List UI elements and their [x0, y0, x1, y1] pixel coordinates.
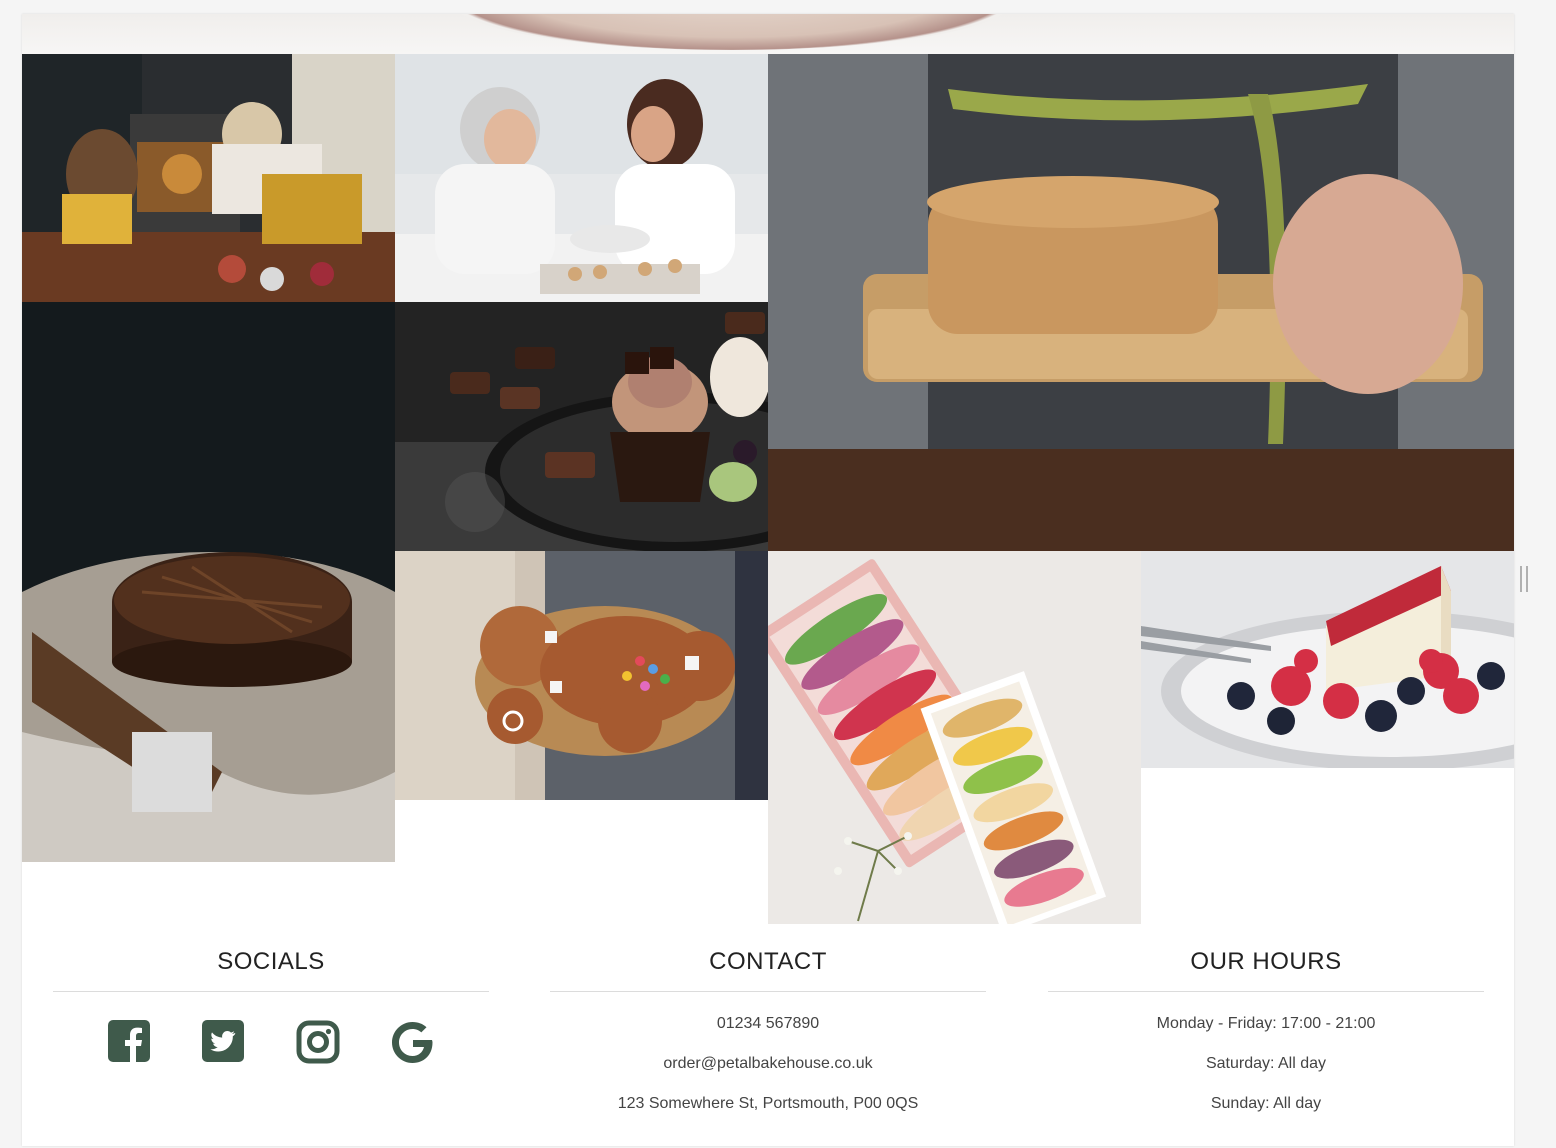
contact-divider	[550, 991, 986, 992]
contact-address: 123 Somewhere St, Portsmouth, P00 0QS	[617, 1095, 919, 1112]
hours-sunday: Sunday: All day	[1210, 1095, 1322, 1112]
hours-section: OUR HOURS Monday - Friday: 17:00 - 21:00…	[1048, 944, 1484, 1124]
photo-gingerbread-man[interactable]	[395, 551, 768, 800]
socials-section: SOCIALS	[53, 944, 489, 1064]
photo-kitchen-conversation[interactable]	[395, 54, 768, 302]
photo-macarons-boxes[interactable]	[768, 551, 1141, 924]
facebook-icon[interactable]	[108, 1020, 152, 1064]
photo-cheesecake-berries[interactable]	[1141, 551, 1514, 768]
socials-heading: SOCIALS	[217, 948, 325, 975]
photo-sponge-cake-on-board[interactable]	[768, 54, 1514, 551]
hours-divider	[1048, 991, 1484, 992]
photo-chocolate-cupcake[interactable]	[395, 302, 768, 551]
top-image-strip	[22, 14, 1514, 54]
hours-heading: OUR HOURS	[1190, 948, 1342, 975]
footer: SOCIALS CONTACT 01234 567890 order@petal…	[22, 944, 1514, 1144]
hours-saturday: Saturday: All day	[1205, 1055, 1327, 1072]
contact-heading: CONTACT	[709, 948, 827, 975]
page-container: SOCIALS CONTACT 01234 567890 order@petal…	[22, 14, 1514, 1146]
contact-email: order@petalbakehouse.co.uk	[663, 1055, 873, 1072]
photo-chocolate-cake[interactable]	[22, 302, 395, 862]
contact-phone: 01234 567890	[716, 1015, 820, 1032]
twitter-icon[interactable]	[202, 1020, 246, 1064]
hours-weekdays: Monday - Friday: 17:00 - 21:00	[1156, 1015, 1376, 1032]
socials-divider	[53, 991, 489, 992]
photo-baking-at-oven[interactable]	[22, 54, 395, 302]
contact-section: CONTACT 01234 567890 order@petalbakehous…	[550, 944, 986, 1124]
google-icon[interactable]	[390, 1020, 434, 1064]
instagram-icon[interactable]	[296, 1020, 340, 1064]
plate-image-fragment	[452, 14, 1012, 50]
scrollbar-handle[interactable]	[1520, 566, 1528, 592]
